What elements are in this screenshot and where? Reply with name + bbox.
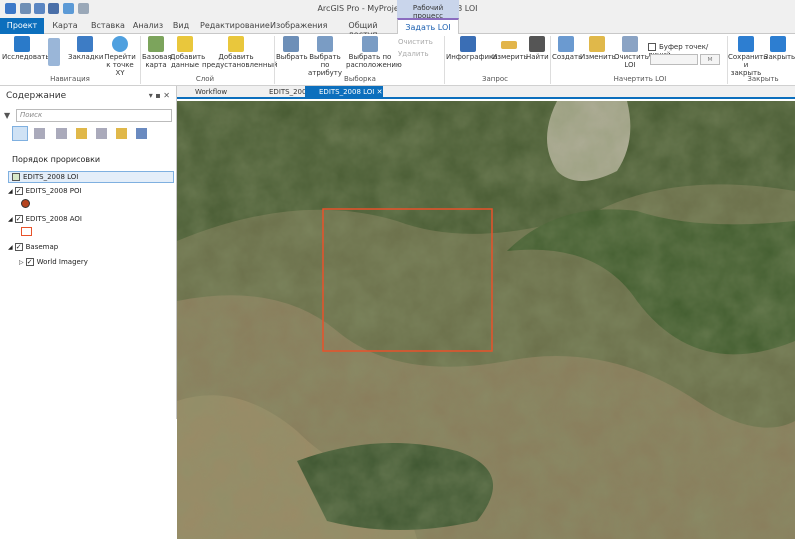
layer-basemap[interactable]: ◢ ✓ Basemap	[8, 241, 58, 253]
layer-loi[interactable]: EDITS_2008 LOI	[12, 171, 78, 183]
close-tab-icon[interactable]: ✕	[377, 88, 383, 96]
tab-view[interactable]: Вид	[168, 18, 194, 34]
aoi-symbol-icon	[21, 227, 32, 236]
select-by-attr-icon	[317, 36, 333, 52]
layer-checkbox[interactable]: ✓	[14, 187, 23, 195]
add-data-button[interactable]: Добавить данные	[170, 36, 205, 69]
buffer-unit-select[interactable]: м	[700, 54, 720, 65]
clear-loi-button[interactable]: Очистить LOI	[614, 36, 649, 69]
query-group-label: Запрос	[482, 75, 508, 83]
contents-title: Содержание	[6, 91, 67, 101]
tab-insert[interactable]: Вставка	[86, 18, 130, 34]
buffer-check-icon	[648, 43, 656, 51]
table-icon	[12, 173, 20, 181]
zoom-icon	[48, 38, 60, 66]
ribbon-tabs: Проект Карта Вставка Анализ Вид Редактир…	[0, 18, 795, 39]
tab-project[interactable]: Проект	[0, 18, 44, 34]
selection-group-label: Выборка	[344, 75, 376, 83]
binoculars-icon	[529, 36, 545, 52]
close-group-label: Закрыть	[747, 75, 779, 83]
drawing-order-heading: Порядок прорисовки	[12, 155, 101, 164]
delete-selection-button[interactable]: Удалить	[398, 50, 429, 58]
ruler-icon	[501, 41, 517, 49]
select-button[interactable]: Выбрать	[276, 36, 308, 61]
layer-checkbox[interactable]: ✓	[14, 243, 23, 251]
close-icon	[770, 36, 786, 52]
list-by-snapping-icon[interactable]	[96, 128, 107, 139]
list-by-labeling-icon[interactable]	[116, 128, 127, 139]
select-by-loc-icon	[362, 36, 378, 52]
select-icon	[283, 36, 299, 52]
expand-icon: ▷	[19, 259, 24, 266]
bookmark-icon	[77, 36, 93, 52]
clear-loi-icon	[622, 36, 638, 52]
tab-share[interactable]: Общий доступ	[334, 18, 392, 39]
contents-search-input[interactable]: Поиск	[16, 109, 172, 122]
buffer-distance-input[interactable]	[650, 54, 698, 65]
add-data-icon	[177, 36, 193, 52]
define-group-label: Начертить LOI	[613, 75, 667, 83]
add-preset-icon	[228, 36, 244, 52]
filter-icon[interactable]: ▼	[4, 111, 10, 120]
list-by-selection-icon[interactable]	[56, 128, 67, 139]
explore-icon	[14, 36, 30, 52]
layer-aoi[interactable]: ◢ ✓ EDITS_2008 AOI	[8, 213, 82, 225]
list-by-drawing-order-icon[interactable]	[12, 126, 28, 141]
list-by-source-icon[interactable]	[34, 128, 45, 139]
add-preset-button[interactable]: Добавить предустановленный	[202, 36, 278, 69]
save-close-icon	[738, 36, 754, 52]
tab-edit[interactable]: Редактирование	[200, 18, 270, 34]
save-close-button[interactable]: Сохранить и закрыть	[728, 36, 767, 77]
infographic-icon	[460, 36, 476, 52]
layer-checkbox[interactable]: ✓	[25, 258, 34, 266]
contextual-tab-group: Рабочий процесс	[397, 0, 459, 20]
layer-world-imagery[interactable]: ▷ ✓ World Imagery	[19, 256, 88, 268]
view-tab-workflow[interactable]: Workflow	[181, 86, 251, 99]
bookmarks-button[interactable]: Закладки	[68, 36, 103, 61]
create-icon	[558, 36, 574, 52]
tab-define-loi[interactable]: Задать LOI	[397, 18, 459, 35]
tab-imagery[interactable]: Изображения	[270, 18, 327, 34]
close-button[interactable]: Закрыть	[764, 36, 795, 61]
infographic-button[interactable]: Инфографика	[446, 36, 498, 61]
modify-loi-button[interactable]: Изменить	[580, 36, 616, 61]
collapse-icon: ◢	[8, 188, 13, 195]
nav-small-icons[interactable]	[42, 38, 66, 67]
pencil-icon	[589, 36, 605, 52]
goto-xy-button[interactable]: Перейти к точке XY	[102, 36, 138, 77]
select-by-attr-button[interactable]: Выбрать по атрибуту	[306, 36, 344, 77]
list-by-charts-icon[interactable]	[136, 128, 147, 139]
view-tab-edits2008-loi[interactable]: EDITS_2008 LOI ✕	[305, 86, 383, 99]
pane-controls[interactable]: ▾ ▪ ✕	[149, 91, 170, 100]
title-bar: ArcGIS Pro - MyProject - EDITS_2008 LOI …	[0, 0, 795, 20]
contents-pane: Содержание ▾ ▪ ✕ ▼ Поиск Порядок прорисо…	[0, 86, 177, 419]
collapse-icon: ◢	[8, 244, 13, 251]
layer-poi[interactable]: ◢ ✓ EDITS_2008 POI	[8, 185, 82, 197]
clear-selection-button[interactable]: Очистить	[398, 38, 433, 46]
layer-group-label: Слой	[195, 75, 215, 83]
ribbon: Исследовать Закладки Перейти к точке XY …	[0, 34, 795, 86]
tab-analysis[interactable]: Анализ	[132, 18, 164, 34]
tab-map[interactable]: Карта	[48, 18, 82, 34]
target-icon	[112, 36, 128, 52]
satellite-imagery	[177, 101, 795, 539]
find-button[interactable]: Найти	[526, 36, 549, 61]
measure-button[interactable]: Измерить	[492, 36, 528, 61]
poi-symbol-icon	[21, 199, 30, 208]
select-by-loc-button[interactable]: Выбрать по расположению	[346, 36, 402, 69]
basemap-button[interactable]: Базовая карта	[142, 36, 172, 69]
explore-button[interactable]: Исследовать	[2, 36, 49, 61]
basemap-icon	[148, 36, 164, 52]
view-tabs: Workflow EDITS_2008 EDITS_2008 LOI ✕	[177, 86, 795, 99]
collapse-icon: ◢	[8, 216, 13, 223]
list-by-editing-icon[interactable]	[76, 128, 87, 139]
create-loi-button[interactable]: Создать	[552, 36, 582, 61]
map-view[interactable]	[177, 101, 795, 539]
nav-group-label: Навигация	[50, 75, 90, 83]
layer-checkbox[interactable]: ✓	[14, 215, 23, 223]
